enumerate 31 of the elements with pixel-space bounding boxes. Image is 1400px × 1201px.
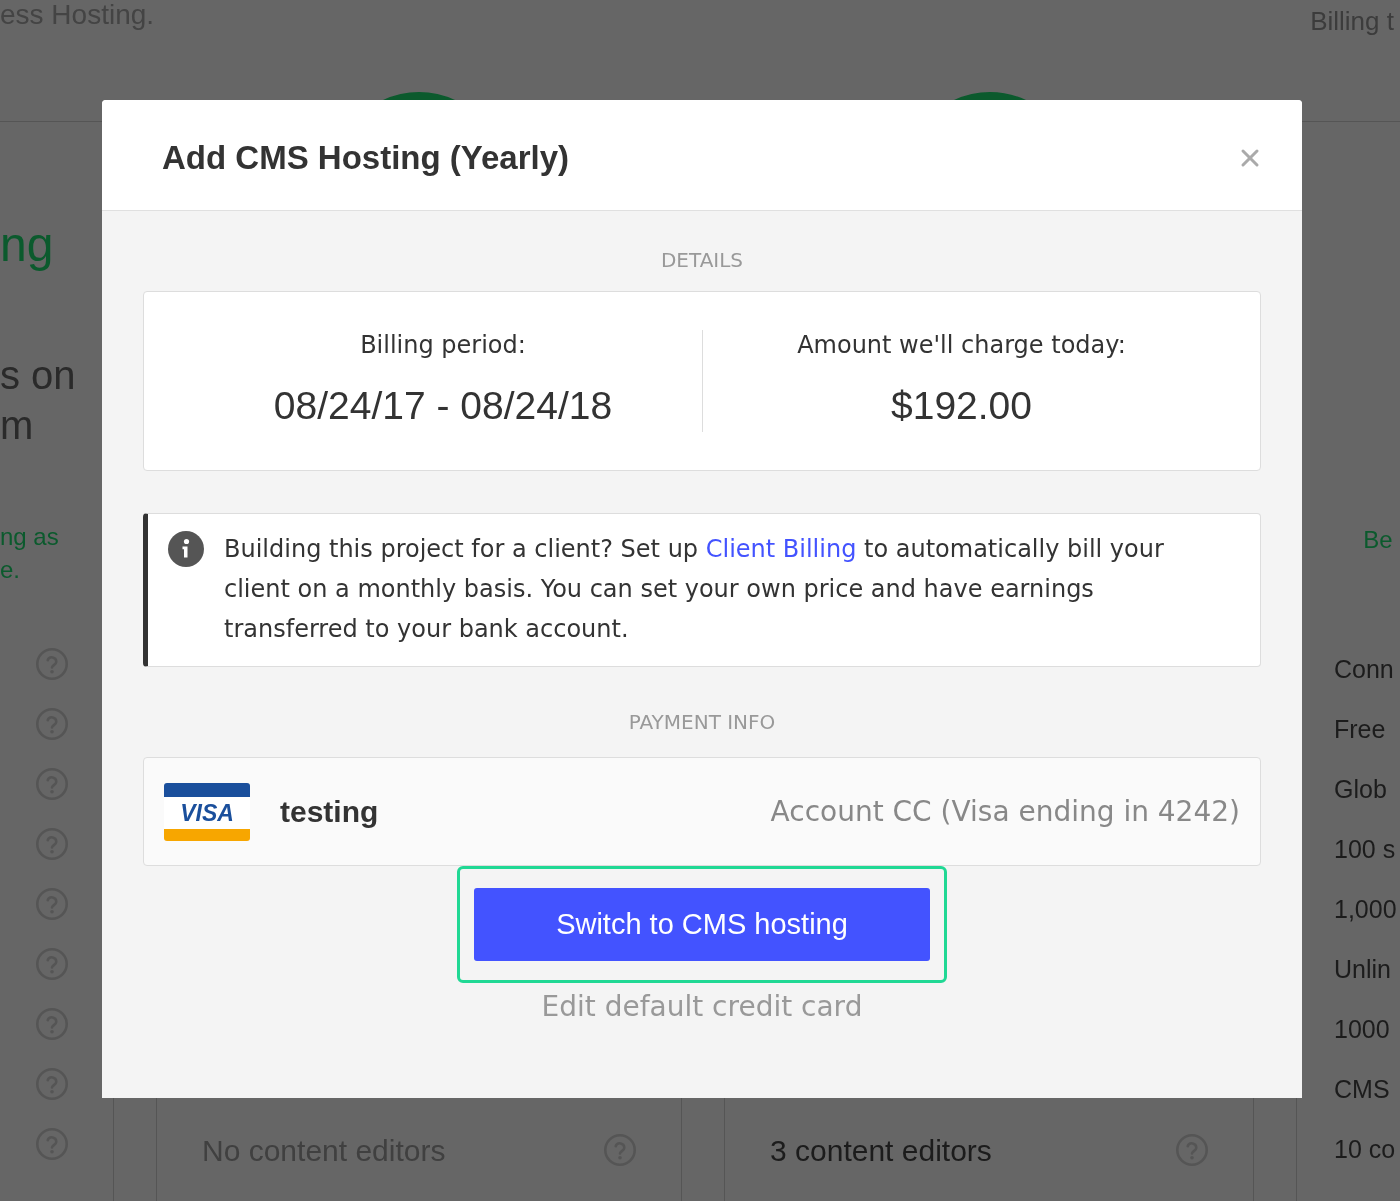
- plan-note-text: ng as: [0, 522, 59, 552]
- switch-hosting-button[interactable]: Switch to CMS hosting: [474, 888, 930, 961]
- visa-logo: VISA: [164, 782, 250, 841]
- plan-feature-text: 100 s: [1334, 834, 1396, 866]
- detail-value: 08/24/17 - 08/24/18: [273, 383, 613, 429]
- client-billing-link[interactable]: Client Billing: [705, 535, 857, 563]
- detail-label: Amount we'll charge today:: [797, 330, 1126, 360]
- plan-feature-text: Unlin: [1334, 954, 1391, 986]
- detail-label: Billing period:: [360, 330, 526, 360]
- plan-title: ng: [0, 217, 54, 273]
- card-name: testing: [280, 794, 379, 830]
- section-heading: DETAILS: [660, 248, 744, 272]
- detail-value: $192.00: [891, 383, 1032, 429]
- client-billing-notice: Building this project for a client? Set up Client Billing to automatically bill your client on a monthly basis. You can set your own price and have earnings transferred to your bank account.: [224, 534, 1165, 645]
- plan-description-text: s on: [0, 352, 76, 399]
- dialog-title: Add CMS Hosting (Yearly): [162, 139, 570, 177]
- plan-feature-text: 1000: [1334, 1014, 1390, 1046]
- section-heading: PAYMENT INFO: [628, 710, 776, 734]
- plan-feature-text: 3 content editors: [770, 1132, 992, 1169]
- plan-description-text: m: [0, 402, 34, 449]
- plan-feature-text: Conn: [1334, 654, 1394, 686]
- plan-feature-text: Glob: [1334, 774, 1387, 806]
- plan-note-text: e.: [0, 555, 20, 585]
- payment-card-row[interactable]: VISA testing Account CC (Visa ending in 4242): [143, 757, 1261, 866]
- card-description: Account CC (Visa ending in 4242): [770, 793, 1240, 830]
- plan-feature-text: 1,000: [1334, 894, 1397, 926]
- plan-feature-text: CMS: [1334, 1074, 1390, 1106]
- plan-feature-text: 10 co: [1334, 1134, 1396, 1166]
- plan-feature-text: Free: [1334, 714, 1386, 746]
- plan-note-text: Be: [1363, 525, 1393, 555]
- info-icon: [168, 531, 204, 567]
